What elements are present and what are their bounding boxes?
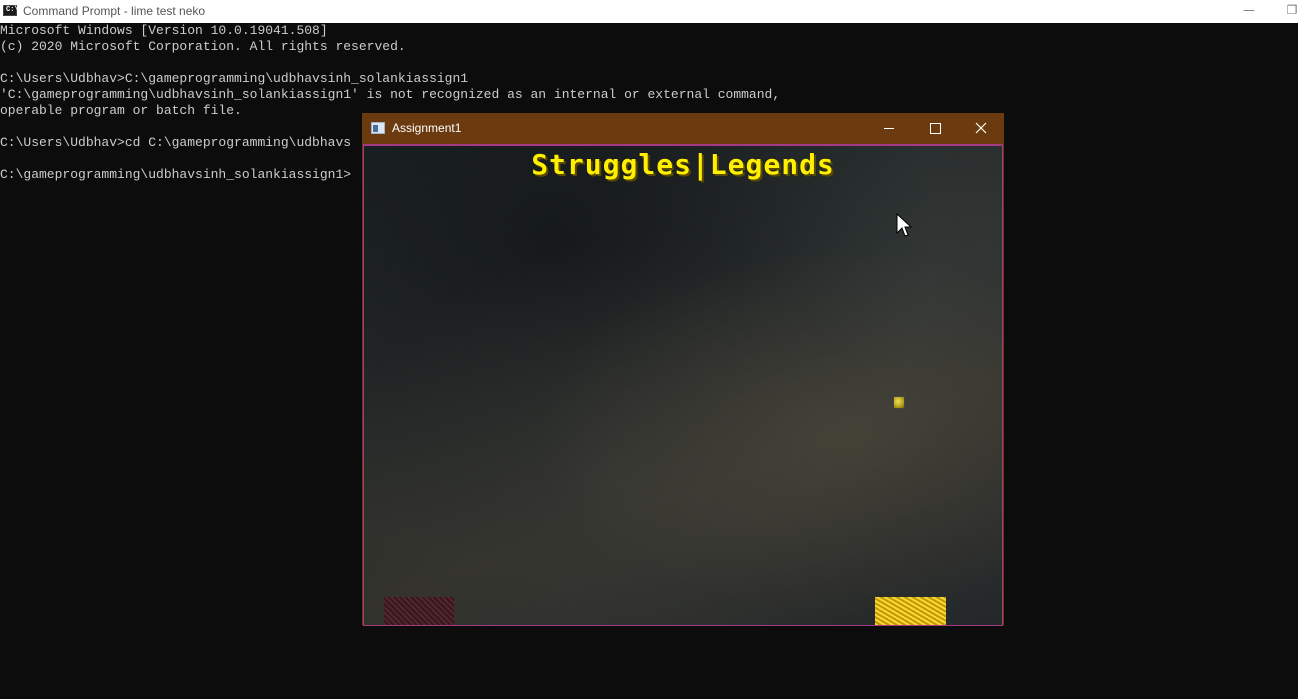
game-window[interactable]: Assignment1 Struggles|Legends <box>362 113 1004 626</box>
cmd-minimize-button[interactable]: — <box>1242 2 1256 18</box>
console-line: C:\Users\Udbhav>C:\gameprogramming\udbha… <box>0 71 469 86</box>
cmd-app-icon: C:\ <box>3 5 19 16</box>
app-icon <box>371 122 385 134</box>
cmd-window-title: Command Prompt - lime test neko <box>23 4 206 18</box>
console-prompt-line: C:\gameprogramming\udbhavsinh_solankiass… <box>0 167 352 182</box>
gold-block <box>875 597 946 625</box>
minimize-icon[interactable] <box>866 113 912 144</box>
maximize-icon[interactable] <box>912 113 958 144</box>
console-line: 'C:\gameprogramming\udbhavsinh_solankias… <box>0 87 781 102</box>
game-window-title: Assignment1 <box>392 121 462 135</box>
console-line: C:\Users\Udbhav>cd C:\gameprogramming\ud… <box>0 135 352 150</box>
game-banner-title: Struggles|Legends <box>531 148 835 181</box>
player-block <box>384 597 454 625</box>
console-line: operable program or batch file. <box>0 103 242 118</box>
cmd-titlebar[interactable]: C:\ Command Prompt - lime test neko — ❐ <box>0 0 1298 24</box>
console-line: (c) 2020 Microsoft Corporation. All righ… <box>0 39 406 54</box>
mouse-cursor-icon <box>896 212 913 244</box>
close-icon[interactable] <box>958 113 1004 144</box>
cmd-app-icon-text: C:\ <box>6 6 19 14</box>
coin-sprite <box>893 396 905 409</box>
cmd-restore-button[interactable]: ❐ <box>1285 2 1298 18</box>
console-line: Microsoft Windows [Version 10.0.19041.50… <box>0 23 328 38</box>
game-titlebar[interactable]: Assignment1 <box>362 113 1004 144</box>
